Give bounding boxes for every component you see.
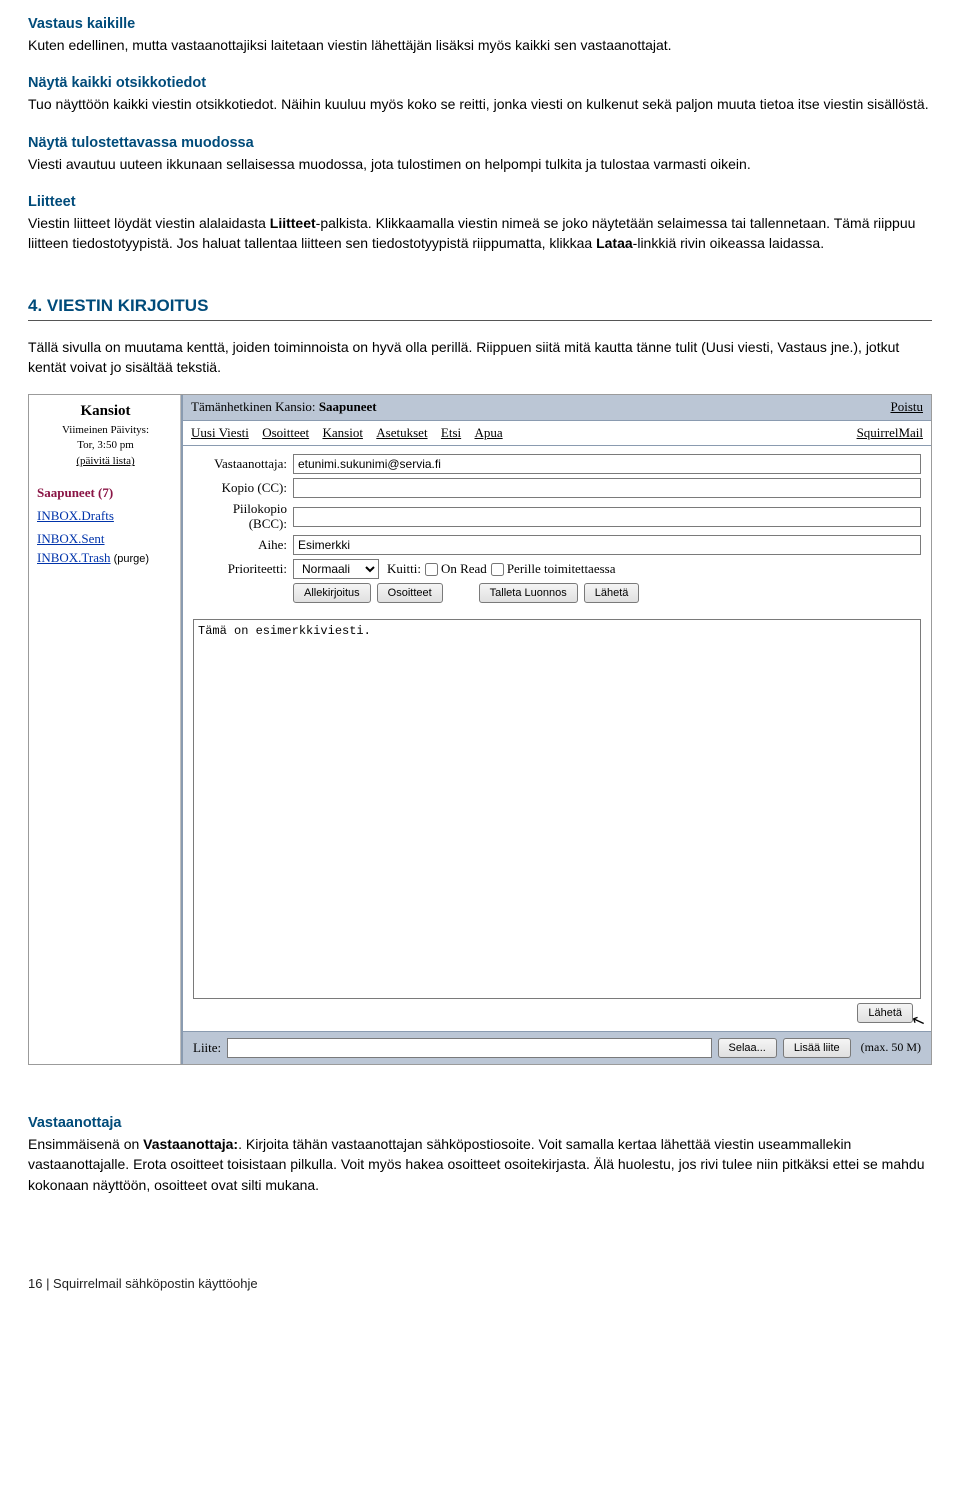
cc-field[interactable] [293,478,921,498]
subject-field[interactable] [293,535,921,555]
main-pane: Tämänhetkinen Kansio: Saapuneet Poistu U… [181,395,931,1064]
send-button[interactable]: Lähetä [584,583,640,603]
current-folder-label: Tämänhetkinen Kansio: [191,399,319,414]
folder-inbox[interactable]: Saapuneet (7) [37,484,174,503]
bold: Lataa [596,235,633,251]
attachment-bar: Liite: Selaa... Lisää liite (max. 50 M) [183,1031,931,1064]
folder-sent[interactable]: INBOX.Sent [37,530,174,549]
label-attach: Liite: [193,1039,221,1058]
ondelivery-checkbox[interactable] [491,563,504,576]
t: Viestin liitteet löydät viestin alalaida… [28,215,270,231]
t: -linkkiä rivin oikeassa laidassa. [633,235,824,251]
attach-path-field[interactable] [227,1038,711,1058]
max-size-label: (max. 50 M) [861,1039,921,1056]
heading: Liitteet [28,192,932,213]
to-field[interactable] [293,454,921,474]
chapter-title: 4. VIESTIN KIRJOITUS [28,294,932,322]
folder-drafts[interactable]: INBOX.Drafts [37,507,174,526]
body-text: Viesti avautuu uuteen ikkunaan sellaises… [28,154,932,174]
compose-screenshot: Kansiot Viimeinen Päivitys: Tor, 3:50 pm… [28,394,932,1065]
section-vastaanottaja: Vastaanottaja Ensimmäisenä on Vastaanott… [28,1113,932,1195]
body-text: Tuo näyttöön kaikki viestin otsikkotiedo… [28,94,932,114]
page-footer: 16 | Squirrelmail sähköpostin käyttöohje [28,1275,932,1294]
label-priority: Prioriteetti: [193,560,293,579]
body-text: Kuten edellinen, mutta vastaanottajiksi … [28,35,932,55]
last-refresh: Viimeinen Päivitys: Tor, 3:50 pm (päivit… [37,423,174,471]
label-subject: Aihe: [193,536,293,555]
brand-link[interactable]: SquirrelMail [857,424,923,443]
header-row: Tämänhetkinen Kansio: Saapuneet Poistu [183,395,931,421]
heading: Vastaanottaja [28,1113,932,1134]
folder-trash[interactable]: INBOX.Trash [37,550,111,565]
onread-checkbox[interactable] [425,563,438,576]
toolbar: Uusi Viesti Osoitteet Kansiot Asetukset … [191,424,513,443]
t: Tor, 3:50 pm [37,438,174,454]
nav-addresses[interactable]: Osoitteet [262,425,309,440]
folders-title: Kansiot [37,401,174,423]
ondelivery-label: Perille toimitettaessa [507,560,616,579]
browse-button[interactable]: Selaa... [718,1038,777,1058]
label-bcc: Piilokopio (BCC): [193,502,293,531]
nav-new-message[interactable]: Uusi Viesti [191,425,249,440]
message-body[interactable]: Tämä on esimerkkiviesti. [193,619,921,999]
purge-link[interactable]: (purge) [111,553,150,565]
priority-select[interactable]: Normaali [293,559,379,579]
save-draft-button[interactable]: Talleta Luonnos [479,583,578,603]
signature-button[interactable]: Allekirjoitus [293,583,371,603]
bold: Vastaanottaja: [143,1136,238,1152]
body-text: Viestin liitteet löydät viestin alalaida… [28,213,932,254]
onread-label: On Read [441,560,487,579]
heading: Näytä tulostettavassa muodossa [28,133,932,154]
nav-help[interactable]: Apua [474,425,502,440]
label-receipt: Kuitti: [387,560,421,579]
compose-form: Vastaanottaja: Kopio (CC): Piilokopio (B… [183,446,931,615]
nav-search[interactable]: Etsi [441,425,461,440]
bottom-send-row: Lähetä ↖ [183,999,931,1023]
t: Ensimmäisenä on [28,1136,143,1152]
refresh-link[interactable]: (päivitä lista) [37,454,174,470]
chapter-intro: Tällä sivulla on muutama kenttä, joiden … [28,337,932,378]
current-folder: Saapuneet [319,399,377,414]
label-to: Vastaanottaja: [193,455,293,474]
nav-settings[interactable]: Asetukset [376,425,427,440]
bcc-field[interactable] [293,507,921,527]
t: Viimeinen Päivitys: [37,423,174,439]
body-text: Ensimmäisenä on Vastaanottaja:. Kirjoita… [28,1134,932,1195]
section-vastaus-kaikille: Vastaus kaikille Kuten edellinen, mutta … [28,14,932,55]
section-otsikkotiedot: Näytä kaikki otsikkotiedot Tuo näyttöön … [28,73,932,114]
heading: Vastaus kaikille [28,14,932,35]
add-attachment-button[interactable]: Lisää liite [783,1038,851,1058]
nav-folders[interactable]: Kansiot [322,425,362,440]
folders-pane: Kansiot Viimeinen Päivitys: Tor, 3:50 pm… [29,395,181,1064]
section-tulostettava: Näytä tulostettavassa muodossa Viesti av… [28,133,932,174]
send-bottom-button[interactable]: Lähetä [857,1003,913,1023]
logout-link[interactable]: Poistu [890,398,923,417]
section-liitteet: Liitteet Viestin liitteet löydät viestin… [28,192,932,254]
bold: Liitteet [270,215,316,231]
heading: Näytä kaikki otsikkotiedot [28,73,932,94]
toolbar-row: Uusi Viesti Osoitteet Kansiot Asetukset … [183,421,931,447]
addresses-button[interactable]: Osoitteet [377,583,443,603]
label-cc: Kopio (CC): [193,479,293,498]
